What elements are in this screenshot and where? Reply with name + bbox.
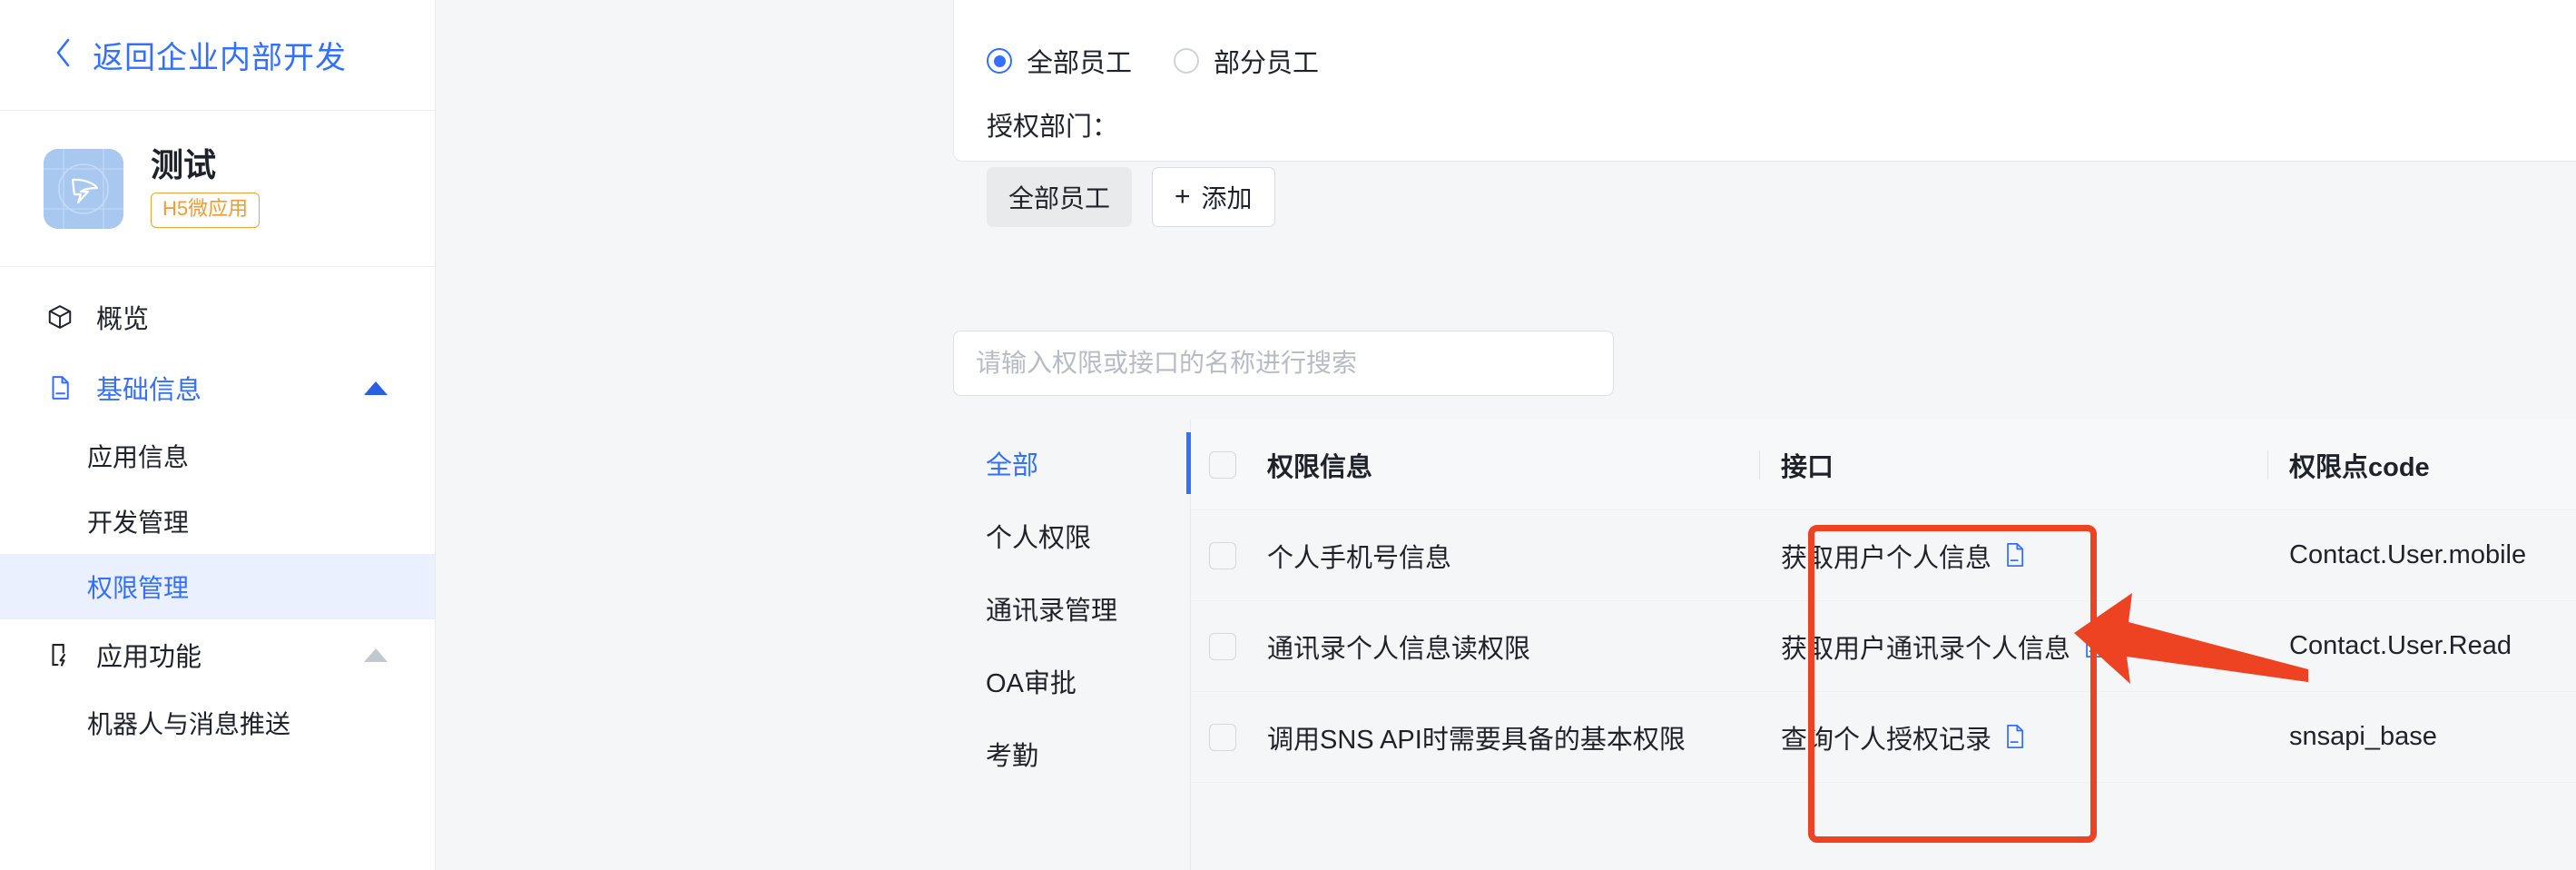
- radio-dot-icon: [987, 48, 1012, 74]
- radio-label: 全部员工: [1027, 49, 1133, 78]
- chevron-left-icon: [54, 37, 73, 74]
- authorization-scope-card: 全部员工 部分员工 授权部门： 全部员工 + 添加: [953, 0, 2576, 227]
- sidebar-item-basic-info[interactable]: 基础信息: [0, 352, 435, 423]
- permission-table: 权限信息 接口 权限点code 全部状态 筛选 操作: [1191, 420, 2576, 870]
- search-input[interactable]: [953, 331, 1614, 396]
- sidebar-item-label: 机器人与消息推送: [87, 710, 291, 738]
- row-select-cell: [1191, 632, 1254, 660]
- back-to-enterprise-dev-button[interactable]: 返回企业内部开发: [0, 0, 435, 111]
- back-label: 返回企业内部开发: [93, 41, 347, 75]
- table-header-row: 权限信息 接口 权限点code 全部状态 筛选 操作: [1191, 420, 2576, 510]
- table-row: 通讯录个人信息读权限 获取用户通讯录个人信息 Contact.User.Read: [1191, 601, 2576, 692]
- permission-search-row: 批量申请: [953, 331, 2576, 396]
- sidebar-item-bot-and-push[interactable]: 机器人与消息推送: [0, 690, 435, 756]
- chevron-up-icon[interactable]: [364, 381, 388, 395]
- cell-api-label: 获取用户通讯录个人信息: [1781, 634, 2071, 664]
- cell-permission-info: 个人手机号信息: [1267, 543, 1452, 573]
- table-row: 调用SNS API时需要具备的基本权限 查询个人授权记录 snsapi_base: [1191, 692, 2576, 783]
- sidebar-item-label: 基础信息: [96, 376, 202, 405]
- doc-link-icon[interactable]: [2004, 724, 2028, 751]
- radio-all-employees[interactable]: 全部员工: [987, 42, 1132, 80]
- authorized-department-label: 授权部门：: [987, 113, 1119, 142]
- select-all-cell: [1191, 450, 1254, 479]
- cell-api-label: 获取用户个人信息: [1781, 543, 1992, 573]
- category-item-all[interactable]: 全部: [953, 427, 1191, 499]
- cell-api-label: 查询个人授权记录: [1781, 725, 1992, 755]
- sidebar-item-dev-management[interactable]: 开发管理: [0, 489, 435, 554]
- sidebar: 返回企业内部开发 测试 H5微应用 概览 基础信息 应用信息 开发管理 权限管理…: [0, 0, 436, 870]
- document-icon: [45, 373, 74, 402]
- row-checkbox[interactable]: [1209, 632, 1236, 660]
- cell-api: 查询个人授权记录: [1781, 718, 2289, 756]
- sidebar-item-label: 开发管理: [87, 509, 190, 537]
- sidebar-item-label: 应用功能: [96, 643, 202, 672]
- category-item-attendance[interactable]: 考勤: [953, 717, 1190, 790]
- sidebar-item-label: 权限管理: [87, 574, 190, 602]
- main-content: 全部员工 部分员工 授权部门： 全部员工 + 添加 请输入权限或接口的名称进行搜…: [436, 0, 2576, 870]
- header-api: 接口: [1759, 446, 2289, 484]
- sidebar-item-app-info[interactable]: 应用信息: [0, 423, 435, 489]
- cube-icon: [45, 302, 74, 331]
- sidebar-item-permission-management[interactable]: 权限管理: [0, 554, 435, 619]
- category-item-oa-approval[interactable]: OA审批: [953, 645, 1190, 717]
- cell-permission-code: Contact.User.Read: [2289, 631, 2512, 660]
- add-department-button[interactable]: + 添加: [1152, 167, 1275, 227]
- phone-lightning-icon: [45, 640, 74, 669]
- row-select-cell: [1191, 541, 1254, 569]
- cell-permission-info: 通讯录个人信息读权限: [1267, 634, 1531, 664]
- category-label: OA审批: [986, 669, 1077, 698]
- doc-link-icon[interactable]: [2083, 633, 2107, 660]
- category-item-personal[interactable]: 个人权限: [953, 499, 1190, 572]
- row-checkbox[interactable]: [1209, 723, 1236, 751]
- select-all-checkbox[interactable]: [1209, 450, 1236, 479]
- sidebar-item-app-features[interactable]: 应用功能: [0, 619, 435, 690]
- cell-permission-code: snsapi_base: [2289, 722, 2437, 751]
- header-permission-code: 权限点code: [2267, 446, 2576, 484]
- sidebar-item-label: 应用信息: [87, 443, 190, 471]
- radio-some-employees[interactable]: 部分员工: [1174, 42, 1319, 80]
- app-root: 返回企业内部开发 测试 H5微应用 概览 基础信息 应用信息 开发管理 权限管理…: [0, 0, 2576, 870]
- header-permission-info: 权限信息: [1267, 452, 1373, 482]
- permission-table-wrapper: 全部 个人权限 通讯录管理 OA审批 考勤 权限信息 接口 权限点code 个人…: [953, 420, 2576, 870]
- cell-api: 获取用户通讯录个人信息: [1781, 628, 2289, 666]
- radio-label: 部分员工: [1214, 49, 1320, 78]
- app-summary-card: 测试 H5微应用: [0, 111, 435, 267]
- row-checkbox[interactable]: [1209, 541, 1236, 569]
- row-select-cell: [1191, 723, 1254, 751]
- app-type-badge: H5微应用: [151, 193, 261, 228]
- radio-dot-icon: [1174, 48, 1200, 74]
- plus-icon: +: [1175, 182, 1191, 212]
- category-item-contacts[interactable]: 通讯录管理: [953, 572, 1190, 645]
- doc-link-icon[interactable]: [2004, 542, 2028, 569]
- department-chip[interactable]: 全部员工: [987, 167, 1133, 227]
- authorized-department-row: 全部员工 + 添加: [987, 167, 2576, 227]
- permission-category-list: 全部 个人权限 通讯录管理 OA审批 考勤: [953, 420, 1191, 870]
- sidebar-item-overview[interactable]: 概览: [0, 282, 435, 352]
- sidebar-item-label: 概览: [96, 305, 150, 334]
- app-logo-icon: [44, 148, 123, 229]
- cell-permission-info: 调用SNS API时需要具备的基本权限: [1267, 725, 1686, 755]
- category-label: 全部: [986, 451, 1039, 480]
- table-row: 个人手机号信息 获取用户个人信息 Contact.User.mobile 已开: [1191, 510, 2576, 601]
- category-label: 个人权限: [986, 524, 1092, 553]
- category-label: 通讯录管理: [986, 597, 1118, 626]
- app-name: 测试: [151, 146, 217, 184]
- chevron-up-icon[interactable]: [364, 648, 388, 662]
- cell-permission-code: Contact.User.mobile: [2289, 540, 2527, 569]
- cell-api: 获取用户个人信息: [1781, 537, 2289, 575]
- category-label: 考勤: [986, 742, 1039, 771]
- sidebar-nav: 概览 基础信息 应用信息 开发管理 权限管理 应用功能 机器人与消息推送: [0, 267, 435, 756]
- add-department-label: 添加: [1201, 184, 1253, 213]
- employee-scope-radio-group: 全部员工 部分员工: [987, 0, 2576, 80]
